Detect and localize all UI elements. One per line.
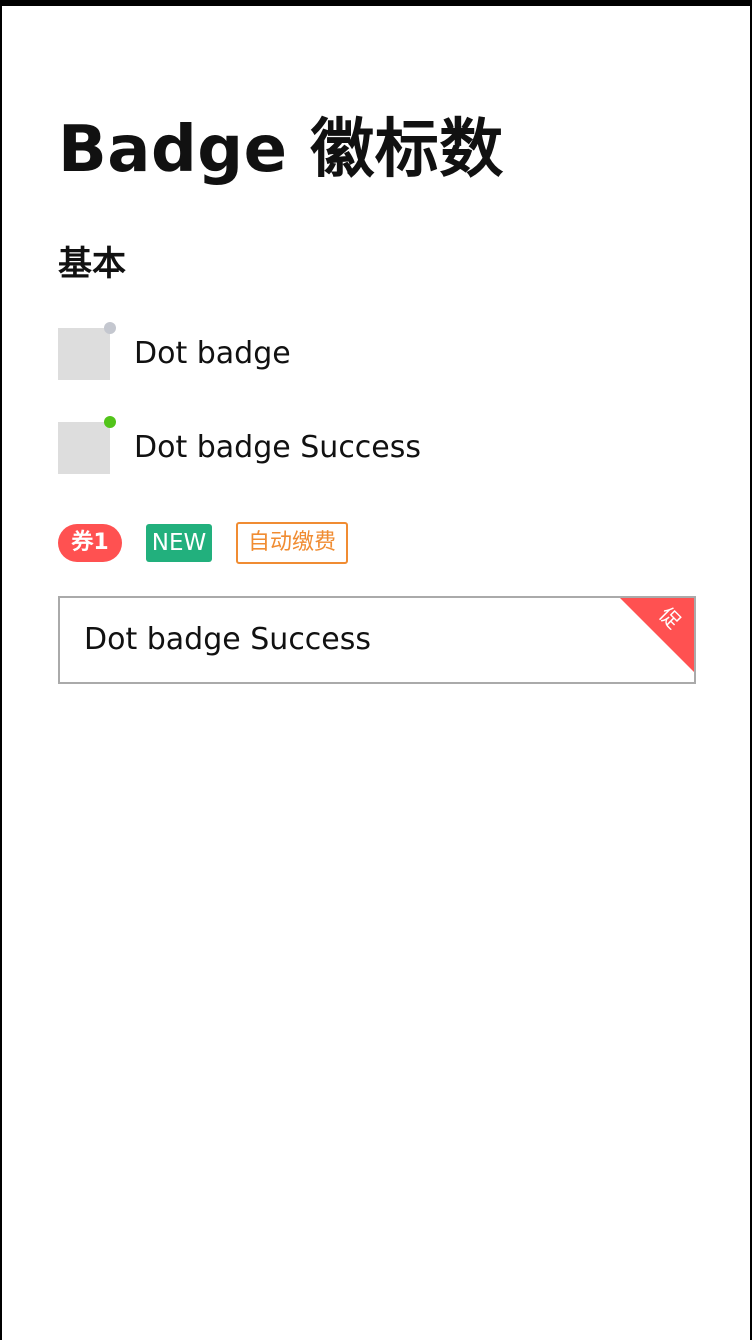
new-badge: NEW [146, 524, 212, 562]
coupon-badge: 券1 [58, 524, 122, 562]
dot-badge-row-success: Dot badge Success [58, 416, 422, 474]
dot-badge-success [104, 416, 116, 428]
placeholder-square [58, 322, 116, 380]
dot-badge [104, 322, 116, 334]
dot-badge-label: Dot badge [134, 336, 291, 371]
dot-badge-label: Dot badge Success [134, 430, 422, 465]
dot-badge-row-default: Dot badge [58, 322, 291, 380]
page-title: Badge 徽标数 [58, 113, 504, 187]
placeholder-square [58, 416, 116, 474]
corner-card-label: Dot badge Success [84, 622, 372, 657]
auto-pay-badge: 自动缴费 [236, 522, 348, 564]
section-title-basic: 基本 [58, 244, 126, 284]
tag-row: 券1 NEW 自动缴费 [58, 522, 348, 564]
corner-badge-card: Dot badge Success 促 [58, 596, 696, 684]
